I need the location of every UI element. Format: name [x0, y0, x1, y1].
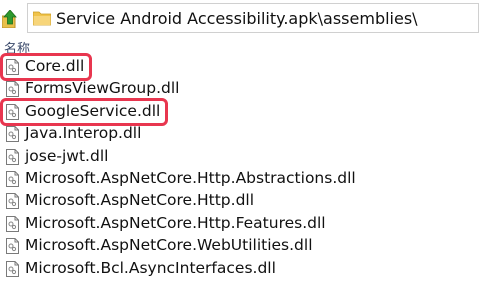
- dll-file-icon: [6, 170, 19, 187]
- file-row[interactable]: Java.Interop.dll: [0, 123, 481, 145]
- dll-file-icon: [6, 193, 19, 210]
- dll-file-icon: [6, 81, 19, 98]
- dll-file-icon: [6, 148, 19, 165]
- file-list: Core.dll FormsViewGroup.dll GoogleService.…: [0, 53, 481, 280]
- file-row[interactable]: Microsoft.Bcl.AsyncInterfaces.dll: [0, 258, 481, 280]
- file-row[interactable]: jose-jwt.dll: [0, 146, 481, 168]
- file-row[interactable]: Core.dll: [0, 53, 481, 81]
- file-name: Microsoft.AspNetCore.Http.dll: [25, 191, 255, 210]
- file-explorer-window: Service Android Accessibility.apk\assemb…: [0, 0, 481, 281]
- dll-file-icon: [6, 215, 19, 232]
- file-row[interactable]: Microsoft.AspNetCore.WebUtilities.dll: [0, 235, 481, 257]
- file-row[interactable]: Microsoft.AspNetCore.Http.Abstractions.d…: [0, 168, 481, 190]
- highlight-box: [0, 97, 168, 126]
- highlight-box: [0, 53, 92, 81]
- file-name: Java.Interop.dll: [25, 124, 142, 143]
- dll-file-icon: [6, 260, 19, 277]
- address-bar: Service Android Accessibility.apk\assemb…: [0, 0, 481, 38]
- file-row[interactable]: Microsoft.AspNetCore.Http.Features.dll: [0, 213, 481, 235]
- folder-icon: [32, 10, 52, 26]
- file-row[interactable]: GoogleService.dll: [0, 97, 481, 126]
- dll-file-icon: [6, 238, 19, 255]
- dll-file-icon: [6, 126, 19, 143]
- file-name: Microsoft.Bcl.AsyncInterfaces.dll: [25, 258, 276, 277]
- file-name: Microsoft.AspNetCore.Http.Abstractions.d…: [25, 168, 356, 187]
- file-name: FormsViewGroup.dll: [25, 79, 180, 98]
- file-name: Microsoft.AspNetCore.WebUtilities.dll: [25, 236, 313, 255]
- file-row[interactable]: Microsoft.AspNetCore.Http.dll: [0, 190, 481, 212]
- address-path-text: Service Android Accessibility.apk\assemb…: [56, 9, 418, 28]
- file-name: jose-jwt.dll: [25, 146, 109, 165]
- file-name: Microsoft.AspNetCore.Http.Features.dll: [25, 213, 326, 232]
- up-arrow-icon[interactable]: [1, 9, 18, 29]
- address-path-field[interactable]: Service Android Accessibility.apk\assemb…: [27, 3, 479, 33]
